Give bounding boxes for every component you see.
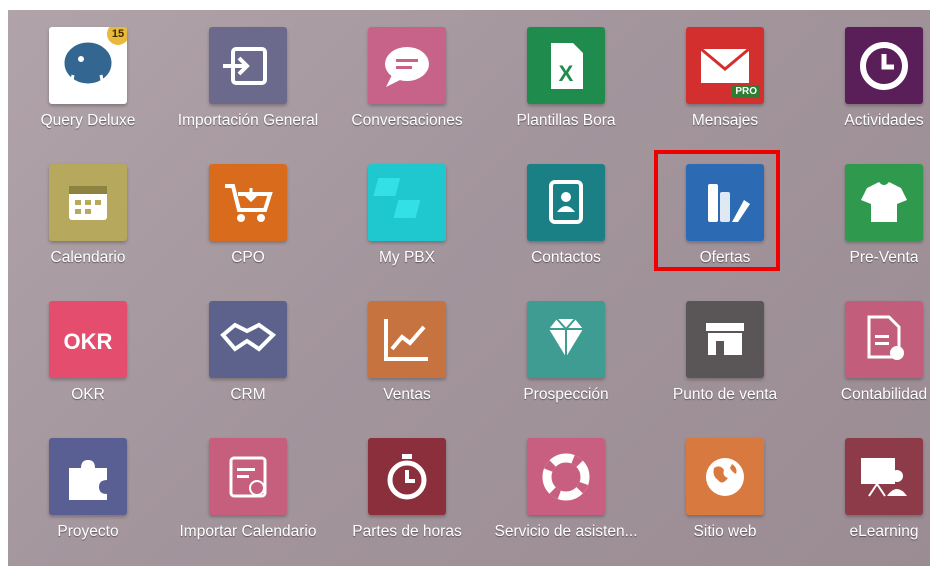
app-label: Contactos [531,249,601,267]
app-punto-de-venta[interactable]: Punto de venta [645,284,805,404]
app-label: Partes de horas [352,523,462,541]
app-pre-venta[interactable]: Pre-Venta [804,147,930,267]
app-label: Importación General [177,112,319,130]
app-servicio-de-asisten[interactable]: Servicio de asisten... [486,421,646,541]
app-elearning[interactable]: eLearning [804,421,930,541]
pro-badge: PRO [732,85,760,99]
app-conversaciones[interactable]: Conversaciones [327,10,487,130]
puzzle-icon [49,438,127,516]
excel-file-icon: X [527,27,605,105]
app-ventas[interactable]: Ventas [327,284,487,404]
app-calendario[interactable]: Calendario [8,147,168,267]
calendar-icon [49,164,127,242]
app-sitio-web[interactable]: Sitio web [645,421,805,541]
app-label: CRM [230,386,266,404]
app-prospecci-n[interactable]: Prospección [486,284,646,404]
app-okr[interactable]: OKR OKR [8,284,168,404]
app-label: Punto de venta [672,386,778,404]
app-crm[interactable]: CRM [168,284,328,404]
app-importaci-n-general[interactable]: Importación General [168,10,328,130]
app-label: Conversaciones [351,112,463,130]
app-label: Mensajes [691,112,759,130]
app-label: Contabilidad [840,386,928,404]
app-label: Ventas [383,386,431,404]
app-proyecto[interactable]: Proyecto [8,421,168,541]
app-label: Calendario [50,249,126,267]
clock-icon [845,27,923,105]
calendar-import-icon [209,438,287,516]
app-label: Proyecto [57,523,119,541]
app-label: Plantillas Bora [516,112,616,130]
chart-up-icon [368,301,446,379]
chat-bubble-icon [368,27,446,105]
app-label: OKR [71,386,105,404]
app-mensajes[interactable]: PRO Mensajes [645,10,805,130]
app-cpo[interactable]: CPO [168,147,328,267]
app-label: Actividades [844,112,924,130]
diamond-icon [527,301,605,379]
stopwatch-icon [368,438,446,516]
app-label: Query Deluxe [40,112,136,130]
app-query-deluxe[interactable]: 15 Query Deluxe [8,10,168,130]
elearning-icon [845,438,923,516]
count-badge: 15 [107,27,127,45]
app-importar-calendario[interactable]: Importar Calendario [168,421,328,541]
app-label: Sitio web [693,523,757,541]
app-actividades[interactable]: Actividades [804,10,930,130]
store-icon [686,301,764,379]
app-label: My PBX [379,249,435,267]
postgres-elephant-icon: 15 [49,27,127,105]
app-plantillas-bora[interactable]: X Plantillas Bora [486,10,646,130]
app-contabilidad[interactable]: Contabilidad [804,284,930,404]
app-partes-de-horas[interactable]: Partes de horas [327,421,487,541]
handshake-icon [209,301,287,379]
okr-logo-icon: OKR [49,301,127,379]
pbx-logo-icon [368,164,446,242]
app-my-pbx[interactable]: My PBX [327,147,487,267]
import-icon [209,27,287,105]
address-book-icon [527,164,605,242]
app-label: Importar Calendario [179,523,317,541]
app-label: Pre-Venta [849,249,919,267]
app-label: CPO [231,249,265,267]
app-launcher-grid: 15 Query Deluxe Importación General Convers… [8,10,930,566]
svg-text:X: X [559,61,574,86]
envelope-icon: PRO [686,27,764,105]
app-label: Prospección [523,386,609,404]
app-label: Servicio de asisten... [494,523,638,541]
tshirt-icon [845,164,923,242]
app-contactos[interactable]: Contactos [486,147,646,267]
selection-highlight-box [654,150,780,271]
globe-icon [686,438,764,516]
invoice-gear-icon [845,301,923,379]
lifebuoy-icon [527,438,605,516]
svg-text:OKR: OKR [64,329,113,354]
cart-icon [209,164,287,242]
app-label: eLearning [849,523,919,541]
